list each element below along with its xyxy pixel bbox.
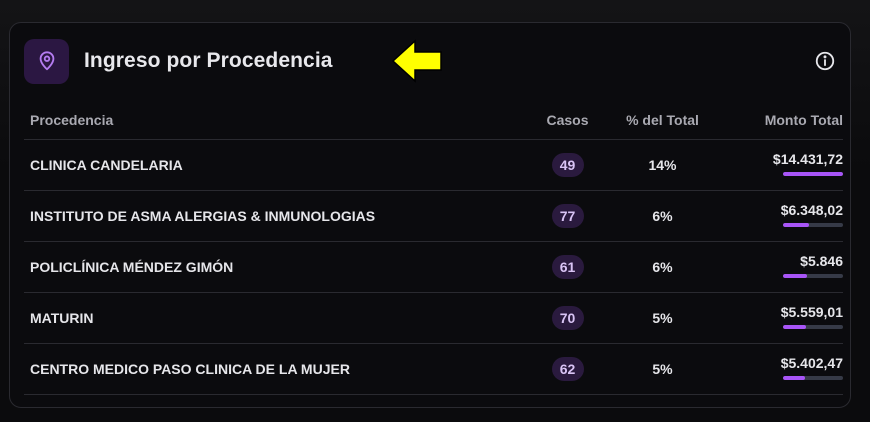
card-header: Ingreso por Procedencia xyxy=(24,38,836,84)
monto-bar-track xyxy=(783,273,843,278)
procedencia-cell: CLINICA CANDELARIA xyxy=(24,139,520,191)
monto-value: $5.402,47 xyxy=(780,354,843,371)
monto-value: $6.348,02 xyxy=(780,201,843,218)
monto-value: $14.431,72 xyxy=(772,150,843,167)
table-row[interactable]: INSTITUTO DE ASMA ALERGIAS & INMUNOLOGIA… xyxy=(24,190,843,242)
casos-badge: 77 xyxy=(551,204,584,228)
column-header-pct[interactable]: % del Total xyxy=(615,101,710,140)
pct-cell: 6% xyxy=(615,241,710,293)
monto-bar-fill xyxy=(783,324,807,329)
casos-badge: 62 xyxy=(551,357,584,381)
procedencia-cell: CENTRO MEDICO PASO CLINICA DE LA MUJER xyxy=(24,343,520,395)
card-title: Ingreso por Procedencia xyxy=(84,49,333,72)
pct-cell: 6% xyxy=(615,190,710,242)
casos-badge: 70 xyxy=(551,306,584,330)
monto-bar-fill xyxy=(783,375,806,380)
column-header-monto[interactable]: Monto Total xyxy=(710,101,843,140)
procedencia-cell: POLICLÍNICA MÉNDEZ GIMÓN xyxy=(24,241,520,293)
casos-badge: 61 xyxy=(551,255,584,279)
yellow-arrow-icon xyxy=(391,39,442,83)
pct-cell: 5% xyxy=(615,292,710,344)
pct-cell: 14% xyxy=(615,139,710,191)
procedencia-cell: MATURIN xyxy=(24,292,520,344)
monto-value: $5.846 xyxy=(800,252,843,269)
table-header-row: Procedencia Casos % del Total Monto Tota… xyxy=(24,101,843,140)
procedencia-cell: INSTITUTO DE ASMA ALERGIAS & INMUNOLOGIA… xyxy=(24,190,520,242)
table-row[interactable]: CLINICA CANDELARIA 49 14% $14.431,72 xyxy=(24,139,843,191)
column-header-procedencia[interactable]: Procedencia xyxy=(24,101,520,140)
monto-bar-track xyxy=(783,222,843,227)
monto-bar-fill xyxy=(783,222,810,227)
table-row[interactable]: CENTRO MEDICO PASO CLINICA DE LA MUJER 6… xyxy=(24,343,843,395)
monto-bar-fill xyxy=(783,273,808,278)
column-header-casos[interactable]: Casos xyxy=(520,101,615,140)
monto-bar-track xyxy=(783,324,843,329)
monto-bar-fill xyxy=(783,171,843,176)
map-pin-icon xyxy=(39,51,54,71)
monto-bar-track xyxy=(783,375,843,380)
procedencia-table: Procedencia Casos % del Total Monto Tota… xyxy=(24,101,843,395)
info-icon[interactable] xyxy=(814,50,836,72)
pct-cell: 5% xyxy=(615,343,710,395)
table-row[interactable]: MATURIN 70 5% $5.559,01 xyxy=(24,292,843,344)
monto-value: $5.559,01 xyxy=(780,303,843,320)
casos-badge: 49 xyxy=(551,153,584,177)
monto-bar-track xyxy=(783,171,843,176)
location-icon-box xyxy=(24,38,69,84)
table-row[interactable]: POLICLÍNICA MÉNDEZ GIMÓN 61 6% $5.846 xyxy=(24,241,843,293)
ingreso-procedencia-card: Ingreso por Procedencia Procedencia Caso… xyxy=(9,22,851,408)
